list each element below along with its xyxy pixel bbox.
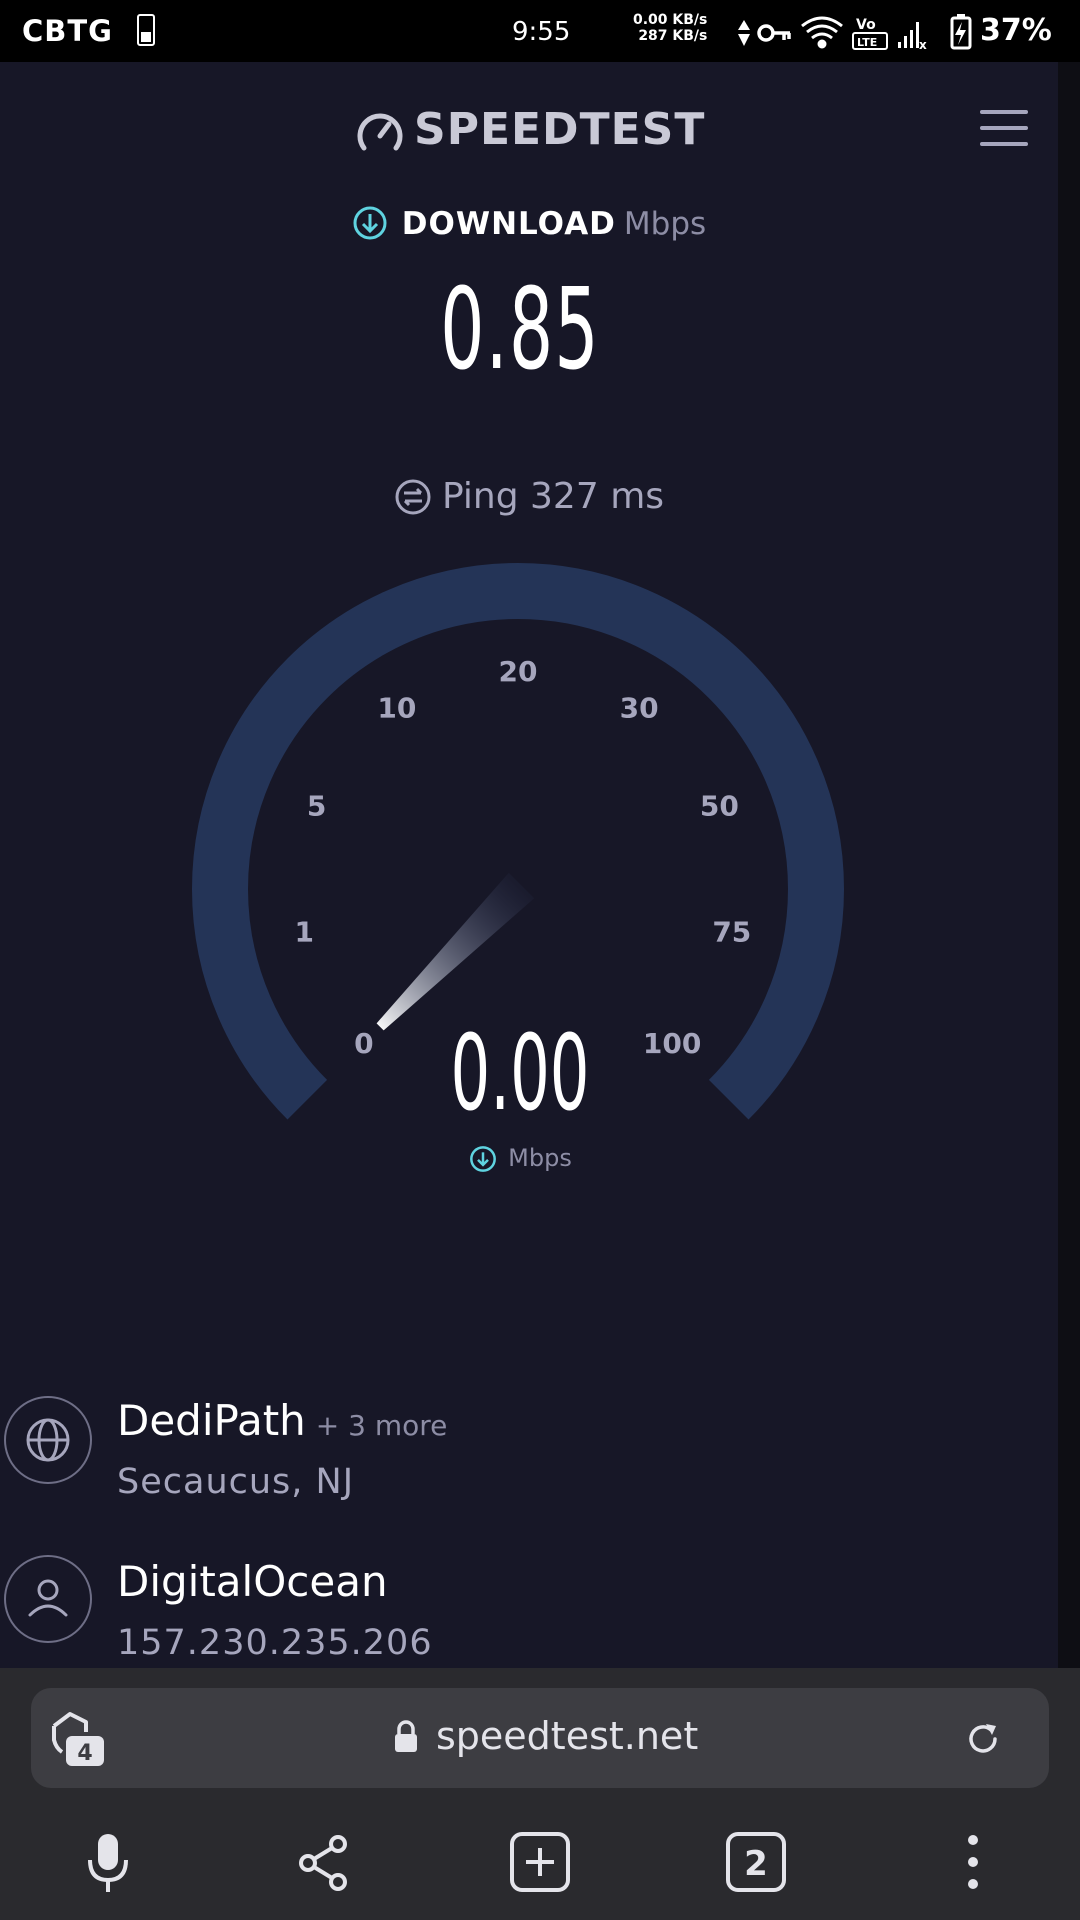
gauge-ticks: 0151020305075100 [294, 655, 751, 1060]
ping-icon [395, 479, 431, 515]
status-icons: Vo LTE x [738, 14, 972, 52]
user-icon-circle [4, 1555, 92, 1643]
clock: 9:55 [512, 17, 571, 47]
shield-tracker-icon[interactable]: 4 [48, 1708, 110, 1770]
battery-percent: 37% [980, 13, 1052, 48]
vpn-key-icon [757, 24, 791, 42]
isp-row[interactable]: DigitalOcean 157.230.235.206 [0, 1553, 1058, 1673]
ping-label: Ping [441, 476, 519, 517]
server-location: Secaucus, NJ [117, 1462, 355, 1502]
carrier-label: CBTG [22, 14, 113, 48]
volte-label: Vo [856, 17, 876, 33]
share-icon[interactable] [296, 1834, 352, 1892]
wifi-icon [801, 16, 843, 49]
globe-icon-circle [4, 1396, 92, 1484]
download-arrow-small-icon [470, 1146, 497, 1172]
tab-switcher-icon[interactable]: 2 [724, 1830, 788, 1894]
more-servers-link[interactable]: + 3 more [316, 1409, 448, 1442]
gauge-tick-label: 5 [307, 790, 326, 823]
microphone-icon[interactable] [84, 1830, 132, 1896]
current-speed-unit: Mbps [508, 1144, 572, 1172]
signal-icon: x [898, 22, 927, 52]
more-options-icon[interactable] [958, 1832, 988, 1892]
current-speed-value: 0.00 [450, 1012, 590, 1134]
ping-row: Ping 327 ms [0, 476, 1058, 517]
net-speed-up: 0.00 KB/s [633, 12, 708, 28]
bottom-navigation: 2 [0, 1810, 1080, 1920]
reload-icon[interactable] [962, 1718, 1004, 1760]
download-label: DOWNLOAD [401, 206, 616, 242]
battery-charging-icon [950, 14, 972, 50]
current-speed-unit-row: Mbps [0, 1144, 1040, 1174]
data-arrows-icon [738, 20, 750, 46]
small-battery-icon [137, 14, 155, 46]
volte-lte-icon: Vo LTE [852, 17, 888, 50]
url-text[interactable]: speedtest.net [436, 1714, 698, 1758]
gauge-tick-label: 50 [700, 790, 739, 823]
lock-icon [395, 1720, 417, 1752]
server-name: DediPath + 3 more [117, 1396, 448, 1445]
download-arrow-icon [353, 206, 387, 240]
tab-count: 2 [744, 1844, 768, 1884]
svg-text:x: x [919, 38, 927, 52]
gauge-needle [376, 872, 535, 1031]
server-provider-row[interactable]: DediPath + 3 more Secaucus, NJ [0, 1392, 1058, 1522]
gauge-tick-label: 30 [620, 692, 659, 725]
download-value: 0.85 [440, 265, 600, 395]
shield-count: 4 [77, 1741, 92, 1766]
lte-label: LTE [857, 36, 877, 49]
globe-icon [26, 1418, 70, 1462]
gauge-tick-label: 10 [377, 692, 416, 725]
ip-address: 157.230.235.206 [117, 1623, 433, 1663]
download-header: DOWNLOAD Mbps [0, 205, 1058, 242]
speed-gauge: 0151020305075100 [192, 563, 844, 1120]
isp-name: DigitalOcean [117, 1557, 388, 1606]
speedometer-logo-icon [357, 113, 403, 151]
speedtest-logo[interactable]: SPEEDTEST [414, 104, 705, 155]
ping-unit: ms [610, 476, 665, 517]
new-tab-icon[interactable] [508, 1830, 572, 1894]
page-scrollbar[interactable] [1058, 62, 1080, 1668]
ping-value: 327 [530, 476, 599, 517]
gauge-tick-label: 75 [712, 916, 751, 949]
download-unit: Mbps [623, 206, 707, 242]
gauge-tick-label: 1 [294, 916, 313, 949]
gauge-tick-label: 20 [499, 655, 538, 688]
network-speed: 0.00 KB/s 287 KB/s [633, 12, 707, 44]
net-speed-down: 287 KB/s [638, 28, 708, 44]
user-icon [28, 1579, 68, 1617]
hamburger-menu-icon[interactable] [980, 108, 1028, 148]
